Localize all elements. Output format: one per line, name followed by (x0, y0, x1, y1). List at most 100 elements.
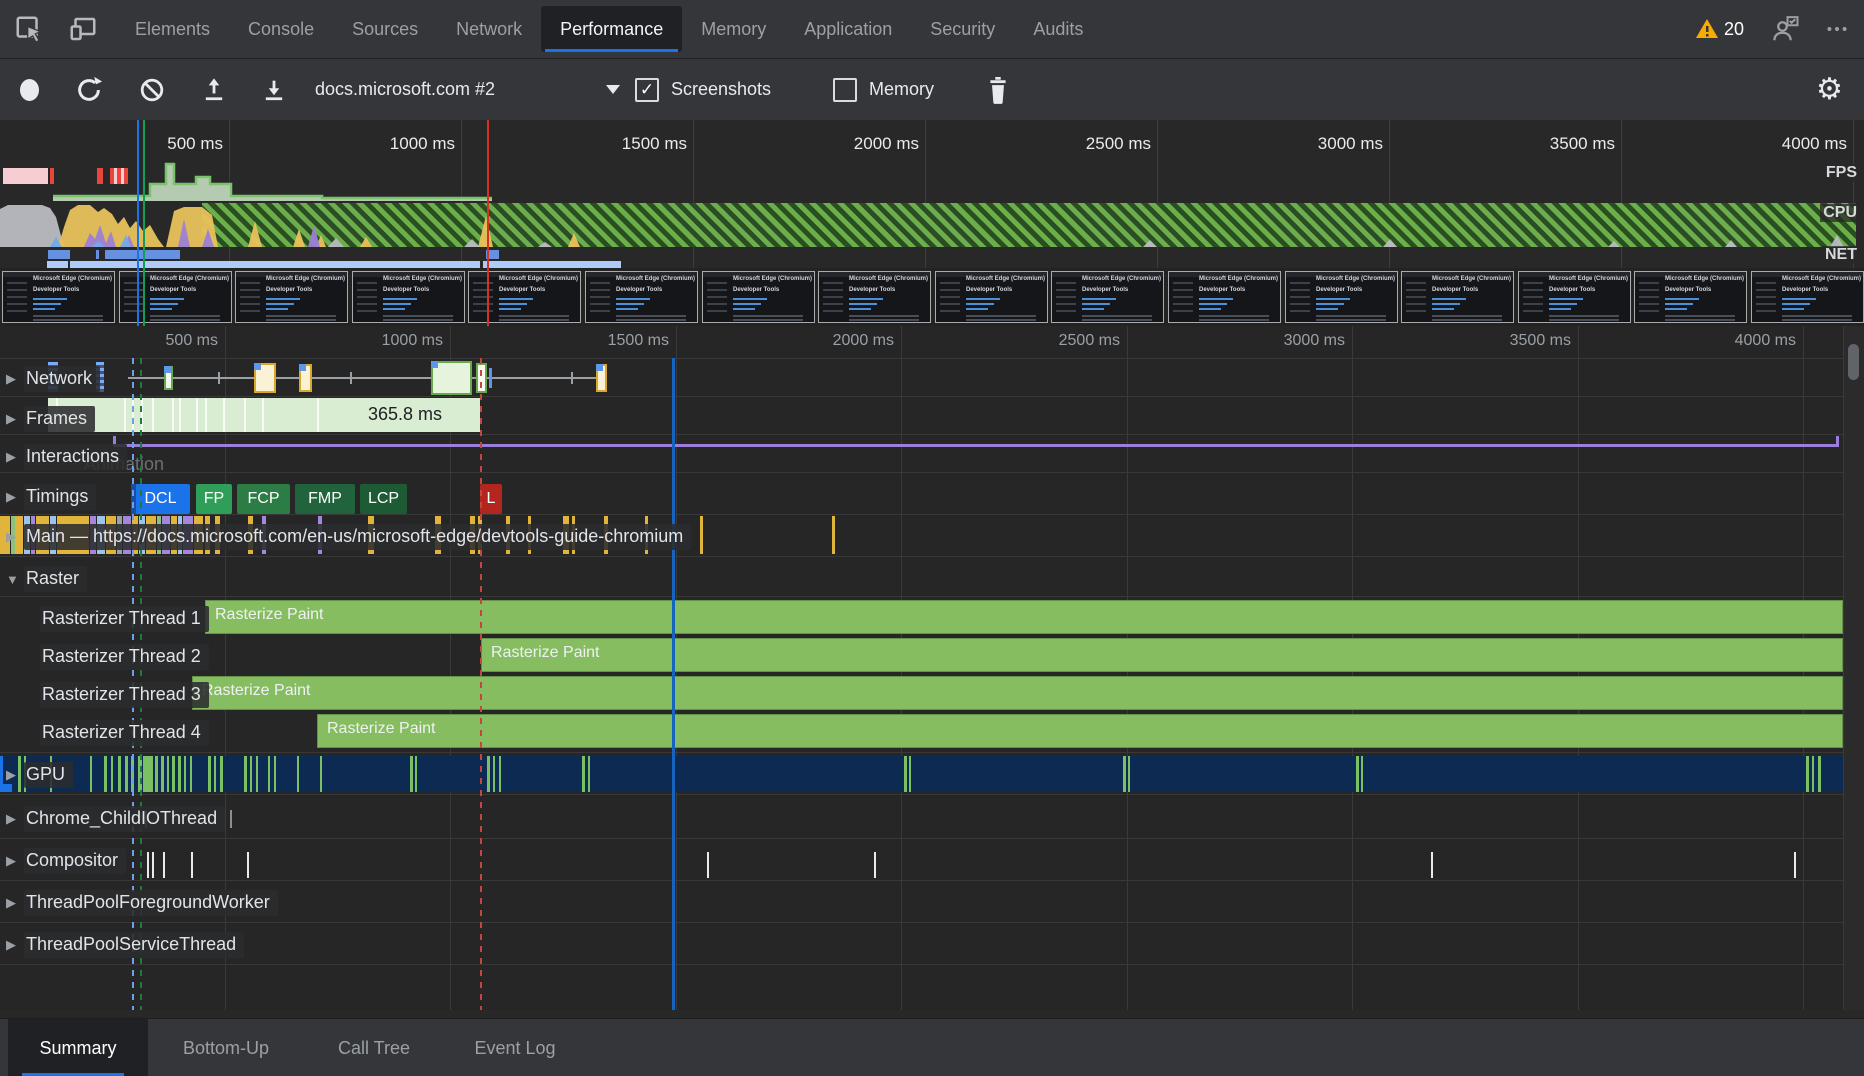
track-label-main-thread[interactable]: ▶Main — https://docs.microsoft.com/en-us… (6, 524, 691, 550)
profile-select-arrow-icon[interactable] (606, 59, 620, 120)
timing-badge-lcp[interactable]: LCP (360, 484, 407, 514)
filmstrip-thumbnail[interactable]: Microsoft Edge (Chromium)Developer Tools (468, 271, 581, 323)
timeline-overview[interactable]: 500 ms1000 ms1500 ms2000 ms2500 ms3000 m… (0, 120, 1864, 268)
filmstrip-thumbnail[interactable]: Microsoft Edge (Chromium)Developer Tools (585, 271, 698, 323)
filmstrip-thumbnail[interactable]: Microsoft Edge (Chromium)Developer Tools (935, 271, 1048, 323)
save-profile-button[interactable] (260, 59, 288, 120)
track-label-rasterizer-thread-3[interactable]: Rasterizer Thread 3 (40, 682, 209, 708)
garbage-collect-button[interactable] (985, 59, 1011, 120)
tab-audits[interactable]: Audits (1014, 0, 1102, 58)
track-label-raster[interactable]: ▼Raster (6, 566, 87, 592)
screenshots-checkbox-label[interactable]: Screenshots (671, 59, 771, 120)
bottom-tab-bottom-up[interactable]: Bottom-Up (165, 1019, 287, 1076)
track-label-threadpoolservicethread[interactable]: ▶ThreadPoolServiceThread (6, 932, 244, 958)
vertical-scrollbar[interactable] (1843, 326, 1864, 1010)
track-label-compositor[interactable]: ▶Compositor (6, 848, 126, 874)
expand-arrow-icon[interactable]: ▶ (6, 529, 24, 545)
record-button[interactable] (20, 59, 39, 120)
flame-chart[interactable]: 500 ms1000 ms1500 ms2000 ms2500 ms3000 m… (0, 326, 1864, 1010)
filmstrip-thumbnail[interactable]: Microsoft Edge (Chromium)Developer Tools (1285, 271, 1398, 323)
filmstrip-thumbnail[interactable]: Microsoft Edge (Chromium)Developer Tools (1518, 271, 1631, 323)
inspect-icon[interactable] (14, 14, 44, 44)
network-request-block[interactable] (431, 361, 472, 395)
reload-and-record-button[interactable] (74, 59, 104, 120)
expand-arrow-icon[interactable]: ▶ (6, 767, 24, 783)
profile-select[interactable]: docs.microsoft.com #2 (315, 59, 495, 120)
track-label-rasterizer-thread-2[interactable]: Rasterizer Thread 2 (40, 644, 209, 670)
memory-checkbox[interactable] (833, 59, 857, 120)
filmstrip-thumbnail[interactable]: Microsoft Edge (Chromium)Developer Tools (352, 271, 465, 323)
network-request-block[interactable] (164, 366, 173, 390)
timing-badge-fmp[interactable]: FMP (295, 484, 355, 514)
filmstrip-thumbnail[interactable]: Microsoft Edge (Chromium)Developer Tools (2, 271, 115, 323)
tab-application[interactable]: Application (785, 0, 911, 58)
timing-badge-fp[interactable]: FP (196, 484, 232, 514)
filmstrip-thumbnail[interactable]: Microsoft Edge (Chromium)Developer Tools (702, 271, 815, 323)
tab-security[interactable]: Security (911, 0, 1014, 58)
expand-arrow-icon[interactable]: ▶ (6, 489, 24, 505)
track-label-network[interactable]: ▶Network (6, 366, 100, 392)
screenshots-checkbox[interactable]: ✓ (635, 59, 659, 120)
rasterize-paint-bar[interactable]: Rasterize Paint (317, 714, 1843, 748)
track-label-interactions[interactable]: ▶Interactions (6, 444, 127, 470)
track-label-gpu[interactable]: ▶GPU (6, 762, 73, 788)
warning-icon[interactable] (1695, 17, 1719, 41)
filmstrip-thumbnail[interactable]: Microsoft Edge (Chromium)Developer Tools (1051, 271, 1164, 323)
expand-arrow-icon[interactable]: ▶ (6, 895, 24, 911)
screenshot-filmstrip[interactable]: Microsoft Edge (Chromium) Developer Tools… (0, 268, 1864, 327)
bottom-tab-summary[interactable]: Summary (8, 1019, 148, 1076)
timing-badge-fcp[interactable]: FCP (237, 484, 290, 514)
filmstrip-thumbnail[interactable]: Microsoft Edge (Chromium)Developer Tools (1634, 271, 1747, 323)
tab-elements[interactable]: Elements (116, 0, 229, 58)
track-label-rasterizer-thread-1[interactable]: Rasterizer Thread 1 (40, 606, 209, 632)
device-toolbar-icon[interactable] (68, 14, 98, 44)
bottom-tab-event-log[interactable]: Event Log (460, 1019, 570, 1076)
track-label-frames[interactable]: ▶Frames (6, 406, 95, 432)
bottom-tab-call-tree[interactable]: Call Tree (326, 1019, 422, 1076)
track-label-threadpoolforegroundworker[interactable]: ▶ThreadPoolForegroundWorker (6, 890, 278, 916)
rasterize-paint-bar[interactable]: Rasterize Paint (192, 676, 1843, 710)
screenshots-checkbox-box[interactable]: ✓ (635, 78, 659, 102)
expand-arrow-icon[interactable]: ▶ (6, 853, 24, 869)
rasterize-paint-bar[interactable]: Rasterize Paint (481, 638, 1843, 672)
track-label-timings[interactable]: ▶Timings (6, 484, 96, 510)
network-request-block[interactable] (299, 364, 312, 392)
filmstrip-thumbnail[interactable]: Microsoft Edge (Chromium)Developer Tools (1401, 271, 1514, 323)
tab-console[interactable]: Console (229, 0, 333, 58)
thumbnail-caption-line2: Developer Tools (150, 287, 231, 294)
tab-memory[interactable]: Memory (682, 0, 785, 58)
feedback-user-icon[interactable] (1770, 14, 1800, 44)
clear-button[interactable] (138, 59, 166, 120)
track-label-rasterizer-thread-4[interactable]: Rasterizer Thread 4 (40, 720, 209, 746)
childiothread-tick (230, 810, 232, 828)
tab-sources[interactable]: Sources (333, 0, 437, 58)
expand-arrow-icon[interactable]: ▶ (6, 449, 24, 465)
rasterize-paint-bar[interactable]: Rasterize Paint (205, 600, 1843, 634)
network-whisker-line (128, 377, 607, 379)
network-request-block[interactable] (596, 364, 607, 392)
expand-arrow-icon[interactable]: ▶ (6, 937, 24, 953)
filmstrip-thumbnail[interactable]: Microsoft Edge (Chromium)Developer Tools (818, 271, 931, 323)
memory-checkbox-box[interactable] (833, 78, 857, 102)
filmstrip-thumbnail[interactable]: Microsoft Edge (Chromium) Developer Tools (119, 271, 232, 323)
network-request-block[interactable] (254, 363, 276, 393)
tab-performance[interactable]: Performance (541, 6, 682, 52)
scrollbar-thumb[interactable] (1848, 344, 1859, 380)
warning-count[interactable]: 20 (1724, 19, 1744, 40)
tab-network[interactable]: Network (437, 0, 541, 58)
more-options-icon[interactable] (1824, 16, 1850, 42)
filmstrip-thumbnail[interactable]: Microsoft Edge (Chromium)Developer Tools (1168, 271, 1281, 323)
expand-arrow-icon[interactable]: ▶ (6, 411, 24, 427)
expand-arrow-icon[interactable]: ▶ (6, 371, 24, 387)
timing-badge-l[interactable]: L (480, 484, 502, 514)
gpu-track-background[interactable] (0, 756, 1843, 792)
expand-arrow-icon[interactable]: ▶ (6, 811, 24, 827)
memory-checkbox-label[interactable]: Memory (869, 59, 934, 120)
load-profile-button[interactable] (200, 59, 228, 120)
track-label-chrome-childiothread[interactable]: ▶Chrome_ChildIOThread (6, 806, 225, 832)
capture-settings-gear-icon[interactable]: ⚙ (1816, 59, 1843, 120)
filmstrip-thumbnail[interactable]: Microsoft Edge (Chromium)Developer Tools (1751, 271, 1864, 323)
filmstrip-thumbnail[interactable]: Microsoft Edge (Chromium)Developer Tools (235, 271, 348, 323)
collapse-arrow-icon[interactable]: ▼ (6, 572, 24, 587)
thumbnail-caption-line1: Microsoft Edge (Chromium) (150, 276, 231, 283)
